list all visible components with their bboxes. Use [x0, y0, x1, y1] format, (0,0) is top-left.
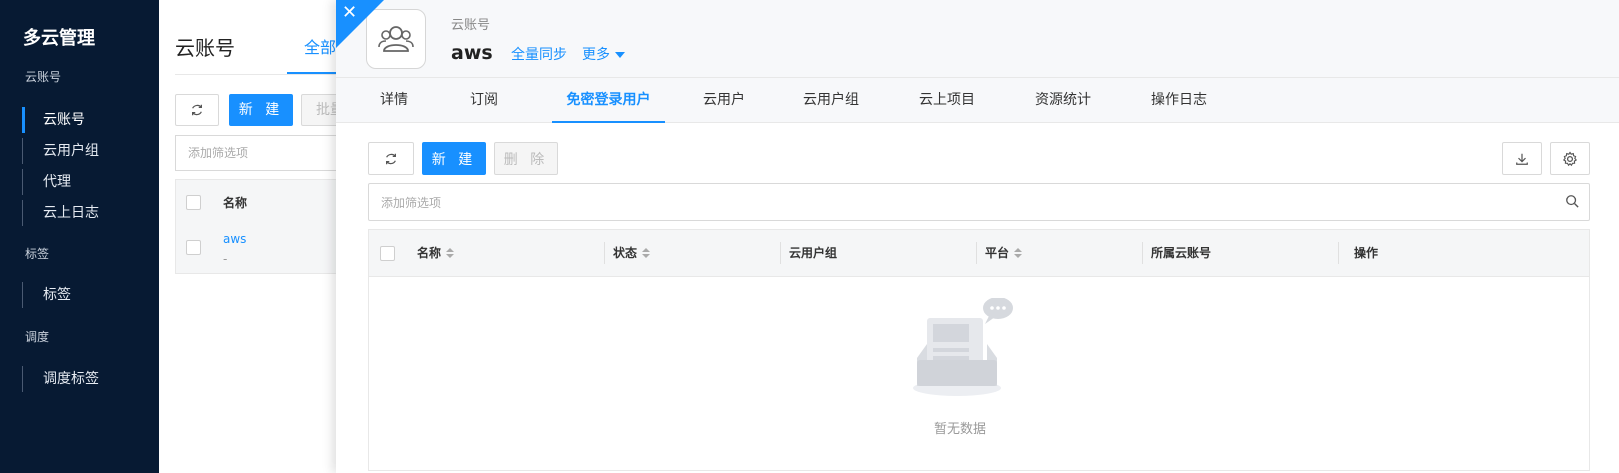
sidebar-group-schedule: 调度: [25, 330, 50, 344]
refresh-icon: [386, 153, 396, 164]
column-name[interactable]: 名称: [417, 230, 455, 277]
table-header: 名称 状态 云用户组 平台 所属云账号 操作: [369, 230, 1589, 277]
column-divider: [604, 242, 605, 264]
drawer-header: 云账号 aws 全量同步 更多: [336, 0, 1619, 78]
account-name: aws: [451, 42, 493, 64]
select-all-checkbox[interactable]: [380, 246, 395, 261]
refresh-icon: [192, 104, 202, 116]
sidebar-item-schedule-tags[interactable]: 调度标签: [22, 366, 142, 392]
empty-inbox-icon: [913, 298, 1013, 396]
new-button[interactable]: 新 建: [422, 142, 486, 175]
sort-icon[interactable]: [1014, 247, 1023, 260]
tab-operation-logs[interactable]: 操作日志: [1144, 78, 1214, 123]
delete-button[interactable]: 删 除: [494, 142, 558, 175]
users-table: 名称 状态 云用户组 平台 所属云账号 操作 暂无数据: [368, 229, 1590, 471]
download-icon: [1516, 153, 1528, 165]
column-cloud-user-group: 云用户组: [789, 246, 838, 260]
tab-cloud-user-groups[interactable]: 云用户组: [796, 78, 866, 123]
close-icon[interactable]: ✕: [342, 4, 357, 22]
sidebar-group-cloud-account: 云账号: [25, 70, 62, 84]
sidebar: 多云管理 云账号 云账号 云用户组 代理 云上日志 标签 标签 调度 调度标签: [0, 0, 159, 473]
full-sync-link[interactable]: 全量同步: [511, 44, 567, 64]
column-divider: [1338, 242, 1339, 264]
drawer-tabs: 详情 订阅 免密登录用户 云用户 云用户组 云上项目 资源统计 操作日志: [336, 78, 1619, 123]
column-actions: 操作: [1354, 246, 1379, 260]
more-dropdown[interactable]: 更多: [582, 44, 625, 64]
row-name-link[interactable]: aws: [223, 232, 246, 246]
bg-select-all-checkbox[interactable]: [186, 195, 201, 210]
account-drawer: 云账号 aws 全量同步 更多 ✕ 详情 订阅 免密登录用户 云用户 云用户组 …: [336, 0, 1619, 473]
sort-icon[interactable]: [446, 247, 455, 260]
tab-cloud-projects[interactable]: 云上项目: [912, 78, 982, 123]
tab-all[interactable]: 全部: [304, 34, 336, 58]
column-platform[interactable]: 平台: [985, 230, 1023, 277]
empty-state-text: 暂无数据: [934, 422, 987, 437]
refresh-button[interactable]: [368, 142, 414, 175]
gear-icon: [1562, 151, 1578, 166]
filter-search-input[interactable]: 添加筛选项: [368, 183, 1590, 221]
sidebar-item-cloud-user-group[interactable]: 云用户组: [22, 138, 142, 164]
tab-subscriptions[interactable]: 订阅: [462, 78, 506, 123]
account-type-label: 云账号: [451, 18, 491, 33]
page-title: 云账号: [175, 36, 235, 60]
bg-refresh-button[interactable]: [175, 94, 219, 126]
column-divider: [780, 242, 781, 264]
column-status[interactable]: 状态: [613, 230, 651, 277]
column-cloud-account: 所属云账号: [1151, 246, 1212, 260]
download-button[interactable]: [1502, 142, 1542, 175]
sidebar-item-tags[interactable]: 标签: [22, 282, 142, 308]
tab-cloud-users[interactable]: 云用户: [694, 78, 754, 123]
filter-placeholder: 添加筛选项: [381, 196, 442, 210]
sidebar-group-tags: 标签: [25, 247, 50, 261]
row-checkbox[interactable]: [186, 240, 201, 255]
app-title: 多云管理: [23, 28, 95, 49]
search-icon[interactable]: [1565, 194, 1579, 212]
settings-button[interactable]: [1550, 142, 1590, 175]
sidebar-item-proxy[interactable]: 代理: [22, 169, 142, 195]
bg-column-name: 名称: [223, 196, 248, 210]
caret-down-icon: [615, 52, 625, 58]
column-divider: [1142, 242, 1143, 264]
tab-resource-stats[interactable]: 资源统计: [1028, 78, 1098, 123]
sort-icon[interactable]: [642, 247, 651, 260]
sidebar-item-cloud-account[interactable]: 云账号: [22, 107, 142, 133]
tab-details[interactable]: 详情: [372, 78, 416, 123]
sidebar-item-cloud-log[interactable]: 云上日志: [22, 200, 142, 226]
tab-passwordless-users[interactable]: 免密登录用户: [552, 78, 665, 123]
row-sub: -: [223, 252, 228, 266]
column-divider: [976, 242, 977, 264]
bg-new-button[interactable]: 新 建: [229, 94, 293, 126]
